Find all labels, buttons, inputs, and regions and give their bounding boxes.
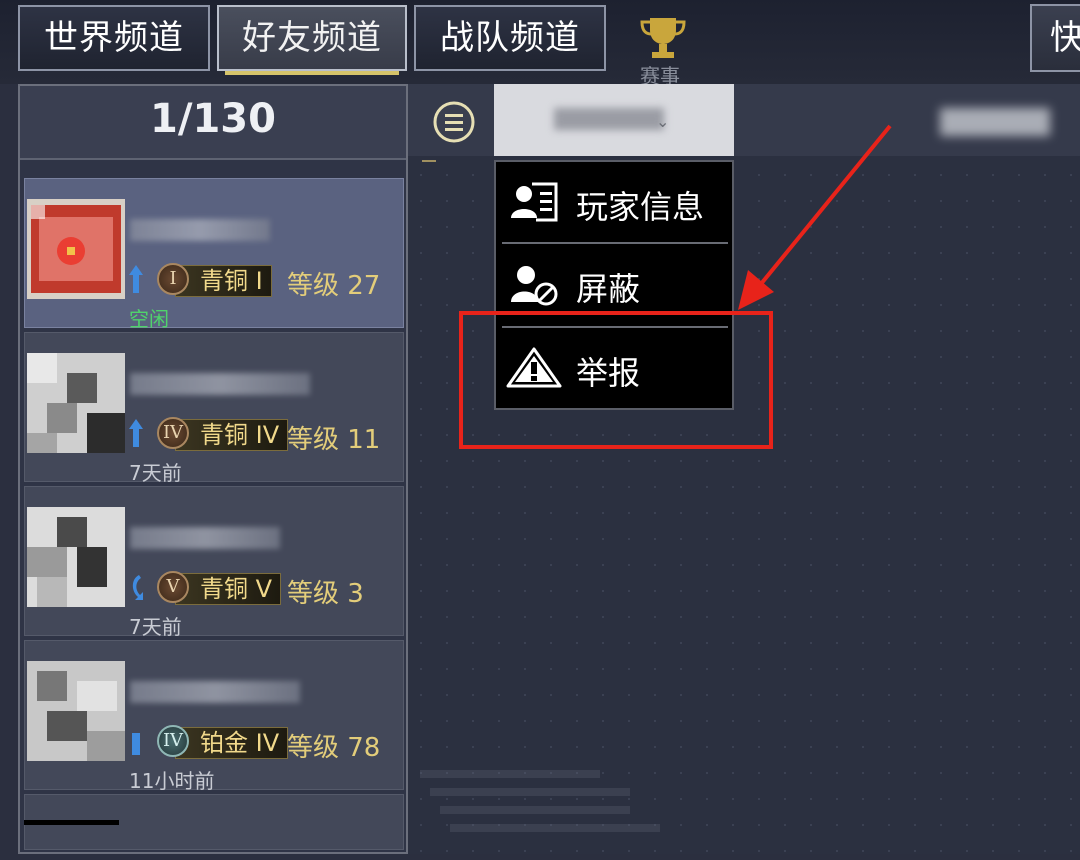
rank-badge-icon: I [157,263,189,295]
friend-name-blurred [130,373,310,395]
rank-up-icon [129,265,143,293]
menu-item-player-info[interactable]: 玩家信息 [496,162,732,242]
friend-status: 7天前 [129,615,182,639]
rank-change-icon [132,575,143,600]
avatar [27,661,125,761]
friend-status: 空闲 [129,307,169,331]
friend-list-panel: 1/130 青铜 I I 等级 27 空闲 青铜 IV IV 等级 11 7天前… [18,84,408,854]
friend-list-item[interactable]: 青铜 V V 等级 3 7天前 [24,486,404,639]
friend-level: 等级 78 [287,733,381,763]
rank-label: 铂金 IV [175,727,289,759]
rank-label: 青铜 V [175,573,282,605]
rank-badge-icon: IV [157,725,189,757]
block-user-icon [511,266,558,306]
tab-team-channel[interactable]: 战队频道 [414,5,606,71]
chevron-down-icon: ⌄ [656,112,670,131]
friend-level: 等级 11 [287,425,381,455]
player-info-icon [511,182,558,222]
friend-name-blurred [130,219,270,241]
rank-icon [132,733,140,755]
friend-count-header: 1/130 [20,86,406,160]
friend-status: 7天前 [129,461,182,485]
rank-badge-icon: V [157,571,189,603]
trophy-icon[interactable] [638,14,688,60]
menu-label: 玩家信息 [576,188,705,226]
player-name-tab[interactable]: ⌄ [494,84,734,156]
friend-name-blurred [130,681,300,703]
rank-badge-icon: IV [157,417,189,449]
avatar [27,353,125,453]
quick-button[interactable]: 快 [1030,4,1080,72]
rank-up-icon [129,419,143,447]
friend-list-item[interactable]: 青铜 I I 等级 27 空闲 [24,178,404,331]
avatar [27,507,125,607]
chat-target-blurred [940,108,1050,136]
friend-level: 等级 3 [287,579,364,609]
rank-label: 青铜 IV [175,419,289,451]
list-menu-icon[interactable] [432,100,476,144]
tab-world-channel[interactable]: 世界频道 [18,5,210,71]
friend-level: 等级 27 [287,271,381,301]
friend-status: 11小时前 [129,769,215,793]
background-decoration [420,770,660,832]
friend-count: 1/130 [150,96,276,142]
tab-friend-channel[interactable]: 好友频道 [217,5,407,75]
divider [422,160,436,162]
friend-list-item[interactable]: 青铜 IV IV 等级 11 7天前 [24,332,404,485]
scroll-indicator [24,820,119,825]
annotation-arrow-icon [738,124,892,310]
player-name-blurred [554,108,664,130]
menu-label: 屏蔽 [576,270,641,308]
friend-name-blurred [130,527,280,549]
friend-list-item[interactable]: 铂金 IV IV 等级 78 11小时前 [24,640,404,793]
avatar [27,199,125,299]
annotation-highlight-box [459,311,773,449]
rank-label: 青铜 I [175,265,272,297]
